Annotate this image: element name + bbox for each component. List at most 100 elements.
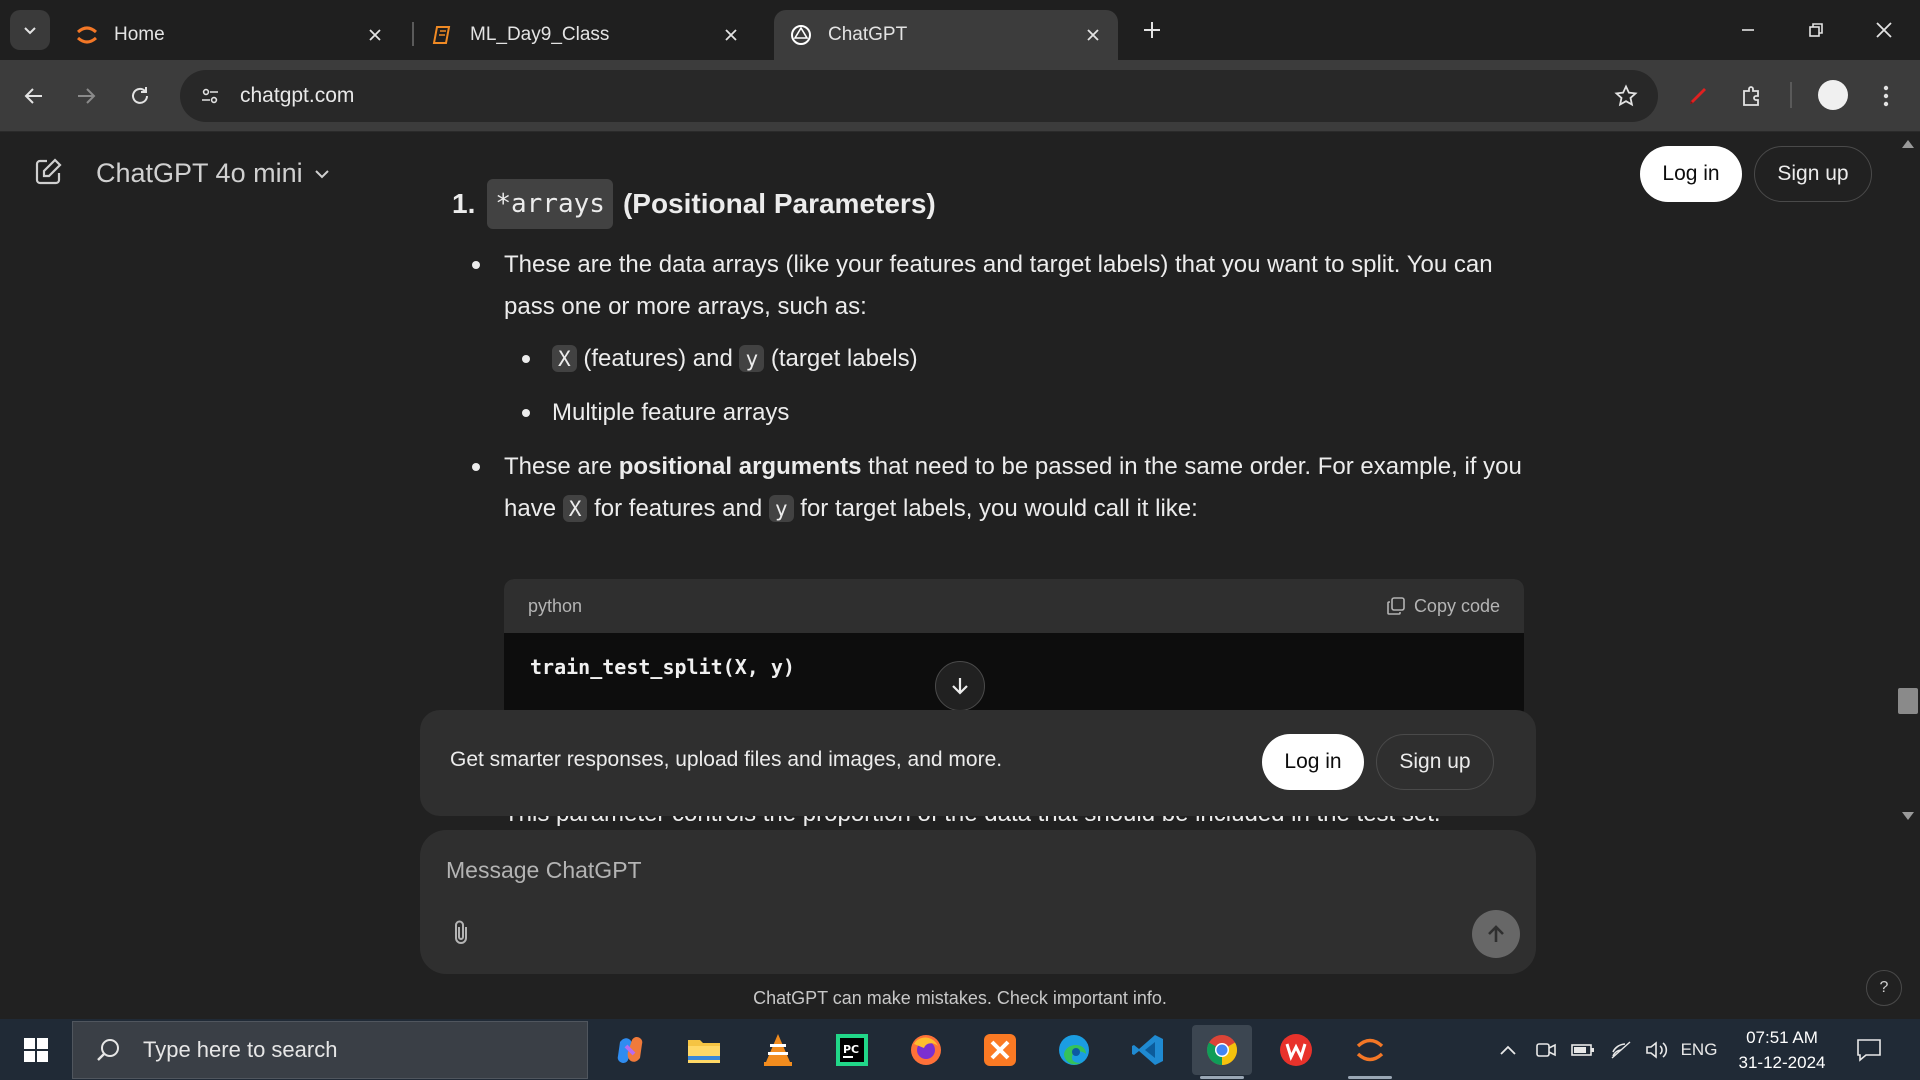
list-text: Multiple feature arrays xyxy=(552,399,790,426)
list-text: (features) and xyxy=(583,345,733,372)
file-explorer-icon[interactable] xyxy=(674,1025,734,1075)
model-selector[interactable]: ChatGPT 4o mini xyxy=(96,158,331,189)
window-close-button[interactable] xyxy=(1864,14,1904,46)
vlc-icon[interactable] xyxy=(748,1025,808,1075)
model-name: ChatGPT 4o mini xyxy=(96,158,303,188)
windows-logo-icon xyxy=(24,1038,48,1062)
pen-extension-icon[interactable] xyxy=(1680,78,1716,114)
scroll-up-arrow-icon[interactable] xyxy=(1902,140,1914,148)
extensions-puzzle-icon[interactable] xyxy=(1734,78,1770,114)
close-icon[interactable] xyxy=(1082,24,1104,46)
inline-code: X xyxy=(562,495,588,522)
scrollbar-thumb[interactable] xyxy=(1898,688,1918,714)
taskbar-search-box[interactable]: Type here to search xyxy=(72,1021,588,1079)
list-item: These are the data arrays (like your fea… xyxy=(452,244,1532,434)
upsell-signup-button[interactable]: Sign up xyxy=(1376,734,1494,790)
volume-icon[interactable] xyxy=(1642,1035,1672,1065)
scroll-down-arrow-icon[interactable] xyxy=(1902,812,1914,820)
message-composer xyxy=(420,830,1536,974)
tab-chatgpt[interactable]: ChatGPT xyxy=(774,10,1118,60)
list-item: Multiple feature arrays xyxy=(504,392,1532,434)
restore-button[interactable] xyxy=(1796,14,1836,46)
chatgpt-page: ChatGPT 4o mini Log in Sign up 1. *array… xyxy=(0,132,1920,1019)
xampp-icon[interactable] xyxy=(970,1025,1030,1075)
tab-divider xyxy=(412,22,414,46)
list-item: X (features) and y (target labels) xyxy=(504,338,1532,380)
chrome-icon[interactable] xyxy=(1192,1025,1252,1079)
windows-start-button[interactable] xyxy=(12,1029,60,1071)
nested-list: X (features) and y (target labels) Multi… xyxy=(504,338,1532,434)
code-block-header: python Copy code xyxy=(504,579,1524,633)
battery-icon[interactable] xyxy=(1568,1035,1598,1065)
firefox-icon[interactable] xyxy=(896,1025,956,1075)
pycharm-icon[interactable]: PC xyxy=(822,1025,882,1075)
openai-icon xyxy=(788,22,814,48)
header-signup-button[interactable]: Sign up xyxy=(1754,146,1872,202)
new-tab-button[interactable] xyxy=(1138,16,1166,44)
tab-search-button[interactable] xyxy=(10,10,50,50)
login-upsell-banner: Get smarter responses, upload files and … xyxy=(420,710,1536,816)
profile-avatar[interactable] xyxy=(1818,80,1848,110)
reload-button[interactable] xyxy=(122,78,158,114)
book-icon xyxy=(430,22,456,48)
edge-icon[interactable] xyxy=(1044,1025,1104,1075)
windows-taskbar: Type here to search PC ENG 07:51 AM 31-1… xyxy=(0,1019,1920,1080)
list-text: (target labels) xyxy=(770,345,918,372)
message-input[interactable] xyxy=(446,852,1346,888)
scroll-to-bottom-button[interactable] xyxy=(935,661,985,711)
upsell-login-button[interactable]: Log in xyxy=(1262,734,1364,790)
close-icon[interactable] xyxy=(720,24,742,46)
new-chat-icon[interactable] xyxy=(32,156,64,188)
site-info-icon[interactable] xyxy=(194,80,226,112)
chevron-down-icon xyxy=(24,27,36,35)
tab-title: Home xyxy=(114,24,165,45)
heading-text: (Positional Parameters) xyxy=(622,188,936,219)
list-item: These are positional arguments that need… xyxy=(452,446,1532,530)
vscode-icon[interactable] xyxy=(1118,1025,1178,1075)
inline-code: y xyxy=(768,495,794,522)
arrow-down-icon xyxy=(952,678,968,695)
browser-tab-strip: Home ML_Day9_Class ChatGPT xyxy=(0,0,1920,60)
address-bar[interactable]: chatgpt.com xyxy=(180,70,1658,122)
close-icon[interactable] xyxy=(364,24,386,46)
send-button[interactable] xyxy=(1472,910,1520,958)
tab-title: ChatGPT xyxy=(828,24,908,45)
show-hidden-icons-chevron-up-icon[interactable] xyxy=(1494,1035,1522,1065)
arrow-up-icon xyxy=(1488,925,1504,942)
jupyter-icon xyxy=(74,22,100,48)
restore-icon xyxy=(1809,23,1823,37)
attach-paperclip-icon[interactable] xyxy=(444,916,478,950)
inline-code: *arrays xyxy=(487,179,613,229)
jupyter-icon[interactable] xyxy=(1340,1025,1400,1079)
system-clock[interactable]: 07:51 AM 31-12-2024 xyxy=(1722,1025,1842,1075)
page-scrollbar[interactable] xyxy=(1896,132,1920,1019)
copy-code-button[interactable]: Copy code xyxy=(1386,596,1500,617)
tab-ml-day9-class[interactable]: ML_Day9_Class xyxy=(416,10,756,60)
notification-center-icon[interactable] xyxy=(1852,1035,1886,1065)
wifi-icon[interactable] xyxy=(1606,1035,1636,1065)
code-content: train_test_split(X, y) xyxy=(530,655,795,679)
minimize-button[interactable] xyxy=(1728,14,1768,46)
tab-home[interactable]: Home xyxy=(60,10,400,60)
bookmark-star-icon[interactable] xyxy=(1612,82,1640,110)
close-icon xyxy=(1876,22,1892,38)
header-login-button[interactable]: Log in xyxy=(1640,146,1742,202)
arrow-right-icon xyxy=(78,88,96,104)
disclaimer-text: ChatGPT can make mistakes. Check importa… xyxy=(753,988,1167,1008)
meet-now-icon[interactable] xyxy=(1532,1035,1560,1065)
section-heading: 1. *arrays (Positional Parameters) xyxy=(452,179,1532,229)
chevron-down-icon xyxy=(313,165,331,183)
toolbar-divider xyxy=(1790,82,1792,108)
forward-button[interactable] xyxy=(68,78,104,114)
code-language: python xyxy=(528,595,583,616)
search-placeholder: Type here to search xyxy=(143,1037,338,1062)
language-indicator[interactable]: ENG xyxy=(1680,1035,1718,1065)
code-block: python Copy code train_test_split(X, y) xyxy=(504,579,1524,719)
wps-office-icon[interactable] xyxy=(1266,1025,1326,1075)
more-menu-icon[interactable] xyxy=(1868,78,1904,114)
copilot-icon[interactable] xyxy=(600,1025,660,1075)
bullet-text: These are the data arrays (like your fea… xyxy=(504,251,1493,320)
browser-toolbar: chatgpt.com xyxy=(0,60,1920,132)
inline-code: y xyxy=(739,345,765,372)
back-button[interactable] xyxy=(16,78,52,114)
